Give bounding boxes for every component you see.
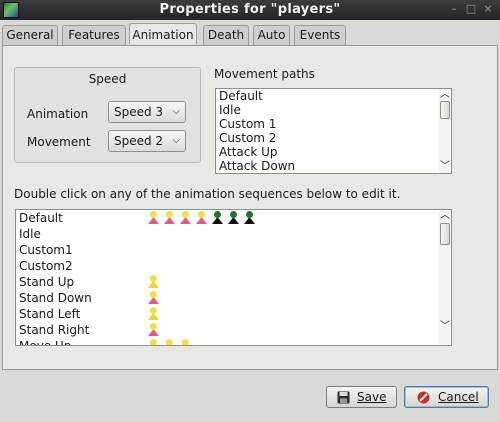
movement-speed-label: Movement (27, 135, 91, 149)
animation-frame-icon (179, 211, 192, 225)
tab-auto[interactable]: Auto (253, 25, 290, 45)
tab-animation[interactable]: Animation (129, 23, 197, 44)
tab-bar: General Features Animation Death Auto Ev… (0, 23, 500, 45)
list-item[interactable]: Custom 1 (219, 117, 276, 131)
chevron-up-icon[interactable]: ︿ (439, 211, 451, 221)
chevron-down-icon[interactable]: ﹀ (439, 162, 451, 172)
sequence-row[interactable]: Default (19, 211, 63, 225)
list-item[interactable]: Attack Down (219, 159, 295, 173)
animation-speed-value: Speed 3 (114, 105, 164, 119)
movement-paths-list[interactable]: Default Idle Custom 1 Custom 2 Attack Up… (215, 88, 452, 174)
animation-frame-icon (147, 307, 160, 321)
sequence-row[interactable]: Stand Left (19, 307, 80, 321)
animation-frame-icon (147, 291, 160, 305)
properties-window: Properties for "players" – □ × General F… (0, 0, 500, 422)
tab-death[interactable]: Death (203, 25, 249, 45)
list-item[interactable]: Attack Up (219, 145, 278, 159)
movement-paths-label: Movement paths (214, 67, 315, 81)
cancel-label: Cancel (438, 390, 479, 404)
animation-frame-icon (147, 275, 160, 289)
sequence-row[interactable]: Custom1 (19, 243, 73, 257)
speed-group-title: Speed (88, 72, 127, 86)
window-title: Properties for "players" (159, 2, 341, 17)
scroll-thumb[interactable] (440, 101, 450, 119)
list-item[interactable]: Idle (219, 103, 241, 117)
movement-speed-value: Speed 2 (114, 134, 164, 148)
cancel-icon (417, 391, 430, 404)
sequences-scrollbar[interactable]: ︿ ﹀ (439, 210, 451, 345)
animation-frame-icon (243, 211, 256, 225)
save-label: Save (357, 390, 387, 404)
movement-speed-select[interactable]: Speed 2 ⌵ (108, 130, 186, 152)
animation-sequences-list[interactable]: Default Idle Custom1 Custom2 Stand Up Stand D… (15, 209, 452, 346)
animation-frame-icon (147, 211, 160, 225)
animation-frame-icon (227, 211, 240, 225)
chevron-down-icon: ⌵ (172, 135, 180, 146)
list-item[interactable]: Default (219, 89, 263, 103)
sequence-row[interactable]: Stand Up (19, 275, 74, 289)
chevron-up-icon[interactable]: ︿ (439, 90, 451, 100)
sequence-row[interactable]: Move Up (19, 339, 71, 345)
sequence-row[interactable]: Custom2 (19, 259, 73, 273)
save-button[interactable]: Save (326, 386, 397, 408)
sequence-row[interactable]: Stand Down (19, 291, 92, 305)
animation-speed-label: Animation (27, 107, 89, 121)
animation-frame-icon (147, 323, 160, 337)
animation-frame-icon (195, 211, 208, 225)
title-bar[interactable]: Properties for "players" – □ × (0, 0, 500, 20)
animation-speed-select[interactable]: Speed 3 ⌵ (108, 101, 186, 123)
scroll-thumb[interactable] (440, 223, 450, 245)
tab-general[interactable]: General (2, 25, 58, 45)
animation-frame-icon (211, 211, 224, 225)
sequences-instruction: Double click on any of the animation seq… (14, 187, 401, 201)
animation-frame-icon (163, 211, 176, 225)
sequence-row[interactable]: Stand Right (19, 323, 89, 337)
minimize-icon[interactable]: – (447, 2, 461, 16)
chevron-down-icon: ⌵ (172, 106, 180, 117)
sequence-row[interactable]: Idle (19, 227, 41, 241)
floppy-disk-icon (337, 391, 350, 404)
maximize-icon[interactable]: □ (464, 2, 478, 16)
tab-events[interactable]: Events (294, 25, 346, 45)
animation-frame-icon (179, 339, 192, 345)
close-icon[interactable]: × (481, 2, 495, 16)
list-item[interactable]: Custom 2 (219, 131, 276, 145)
cancel-button[interactable]: Cancel (404, 386, 489, 408)
animation-frame-icon (147, 339, 160, 345)
animation-frame-icon (163, 339, 176, 345)
tab-features[interactable]: Features (62, 25, 126, 45)
chevron-down-icon[interactable]: ﹀ (439, 322, 451, 332)
movement-paths-scrollbar[interactable]: ︿ ﹀ (439, 89, 451, 173)
